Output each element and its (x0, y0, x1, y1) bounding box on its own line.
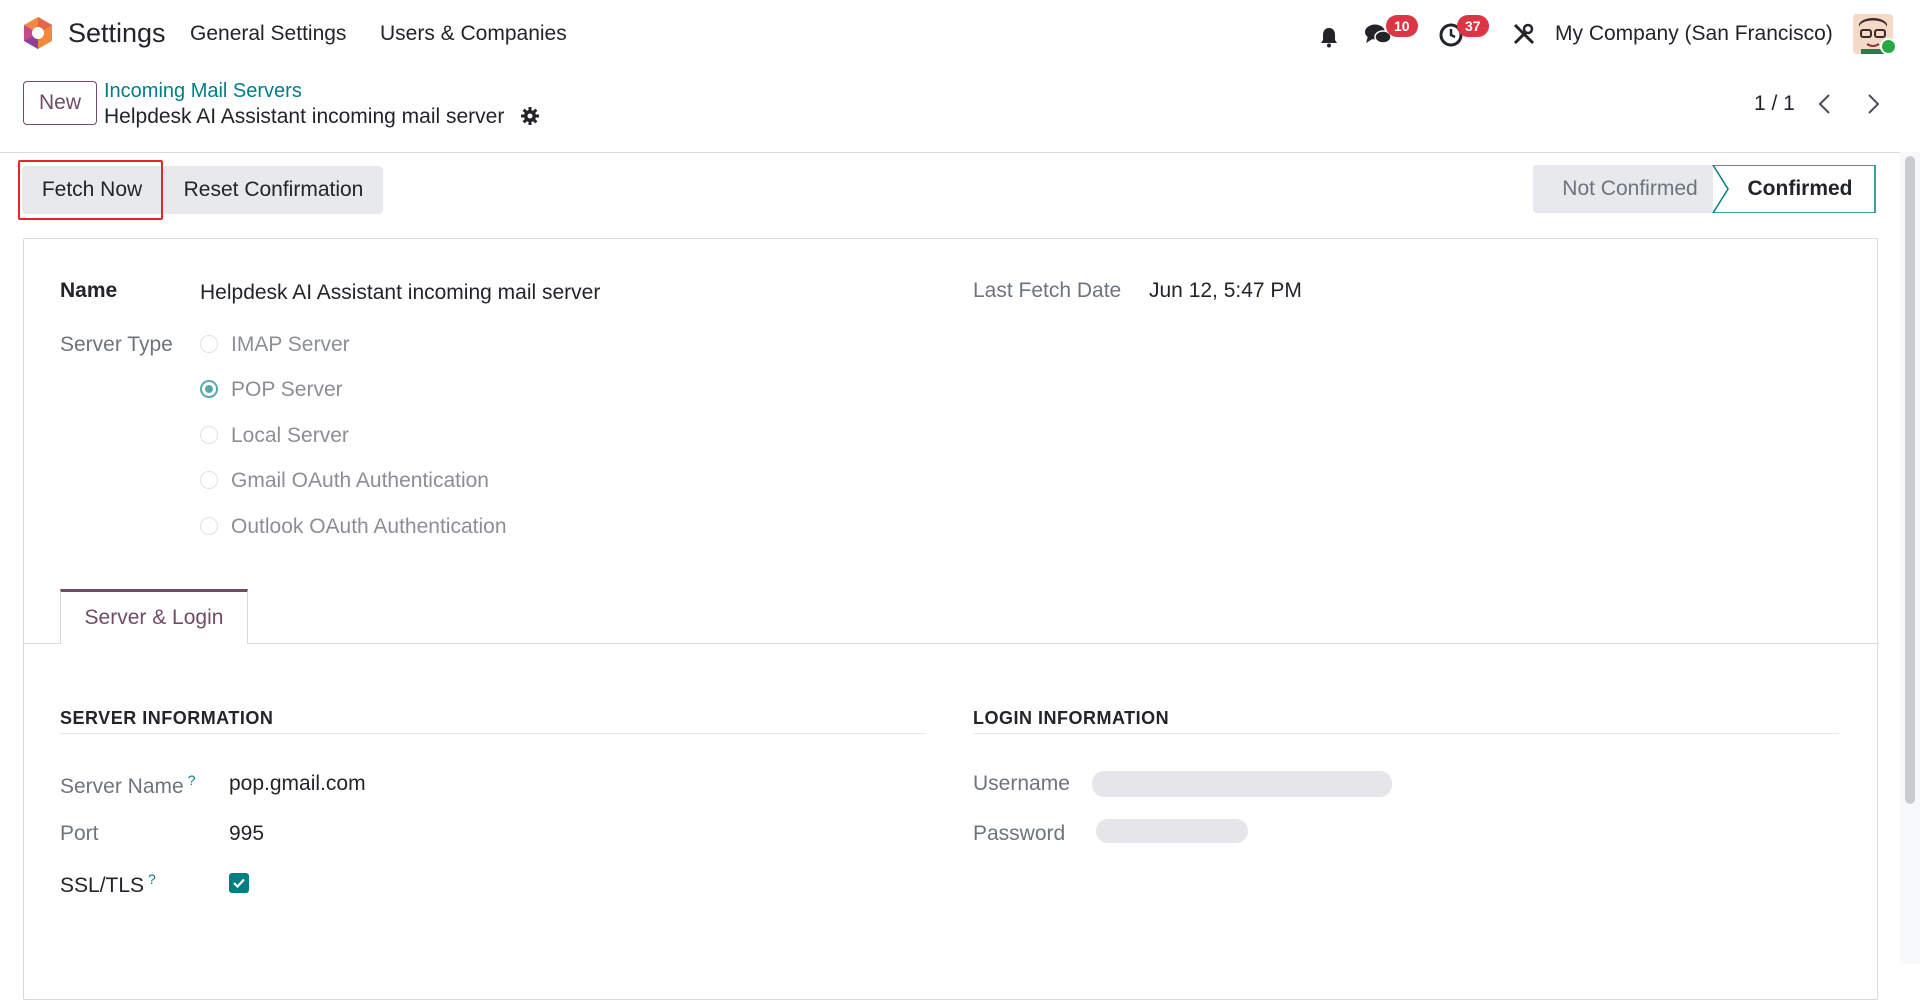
radio-label-imap[interactable]: IMAP Server (231, 333, 350, 357)
server-name-field[interactable]: pop.gmail.com (229, 772, 366, 796)
tab-bar-line (24, 643, 1877, 644)
app-name[interactable]: Settings (68, 18, 166, 49)
new-button[interactable]: New (23, 81, 97, 125)
login-information-title: LOGIN INFORMATION (973, 708, 1170, 728)
server-information-rule (60, 733, 926, 734)
chevron-right-icon[interactable] (1862, 92, 1884, 116)
password-label: Password (973, 822, 1066, 845)
ssl-tls-help[interactable]: ? (148, 871, 156, 887)
form-sheet: Name Helpdesk AI Assistant incoming mail… (23, 238, 1878, 1000)
ssl-tls-label: SSL/TLS? (60, 871, 156, 897)
bell-icon[interactable] (1318, 26, 1340, 48)
chevron-left-icon[interactable] (1814, 92, 1836, 116)
company-switcher[interactable]: My Company (San Francisco) (1555, 22, 1833, 46)
radio-local-server[interactable] (200, 426, 218, 444)
radio-label-pop[interactable]: POP Server (231, 378, 343, 402)
ssl-tls-checkbox[interactable] (229, 873, 249, 893)
menu-users-companies[interactable]: Users & Companies (380, 22, 567, 46)
username-label: Username (973, 772, 1070, 795)
app-logo-icon[interactable] (22, 16, 54, 50)
state-statusbar: Not Confirmed Confirmed (1533, 165, 1877, 213)
reset-confirmation-button[interactable]: Reset Confirmation (164, 166, 383, 214)
gear-icon[interactable] (520, 106, 540, 126)
menu-general-settings[interactable]: General Settings (190, 22, 346, 46)
radio-label-outlook[interactable]: Outlook OAuth Authentication (231, 515, 507, 539)
radio-imap-server[interactable] (200, 335, 218, 353)
last-fetch-date-label: Last Fetch Date (973, 279, 1122, 302)
server-name-help[interactable]: ? (188, 772, 196, 788)
name-field[interactable]: Helpdesk AI Assistant incoming mail serv… (200, 281, 600, 305)
radio-label-local[interactable]: Local Server (231, 424, 349, 448)
messages-badge: 10 (1386, 15, 1418, 37)
server-information-title: SERVER INFORMATION (60, 708, 274, 728)
breadcrumb-incoming-mail-servers[interactable]: Incoming Mail Servers (104, 80, 302, 103)
last-fetch-date-value: Jun 12, 5:47 PM (1149, 279, 1302, 302)
debug-tools-icon[interactable] (1512, 22, 1536, 46)
control-panel-divider (0, 152, 1920, 153)
fetch-now-highlight (18, 160, 163, 220)
pager-value[interactable]: 1 / 1 (1754, 92, 1795, 116)
state-confirmed[interactable]: Confirmed (1727, 165, 1873, 213)
password-field-redacted[interactable] (1096, 819, 1248, 843)
online-status-dot (1880, 38, 1897, 55)
state-not-confirmed[interactable]: Not Confirmed (1533, 165, 1727, 213)
port-field[interactable]: 995 (229, 822, 264, 846)
top-navbar: Settings General Settings Users & Compan… (0, 0, 1920, 68)
radio-pop-server[interactable] (200, 380, 218, 398)
activities-badge: 37 (1457, 15, 1489, 37)
username-field-redacted[interactable] (1092, 771, 1392, 797)
scrollbar-thumb[interactable] (1905, 156, 1915, 804)
breadcrumb-current-record: Helpdesk AI Assistant incoming mail serv… (104, 105, 505, 128)
radio-outlook-oauth[interactable] (200, 517, 218, 535)
checkmark-icon (233, 878, 245, 889)
radio-label-gmail[interactable]: Gmail OAuth Authentication (231, 469, 489, 493)
server-type-label: Server Type (60, 333, 173, 356)
port-label: Port (60, 822, 99, 845)
tab-server-login[interactable]: Server & Login (60, 589, 248, 644)
server-name-label: Server Name? (60, 772, 196, 798)
login-information-rule (973, 733, 1839, 734)
name-label: Name (60, 279, 118, 302)
radio-gmail-oauth[interactable] (200, 471, 218, 489)
